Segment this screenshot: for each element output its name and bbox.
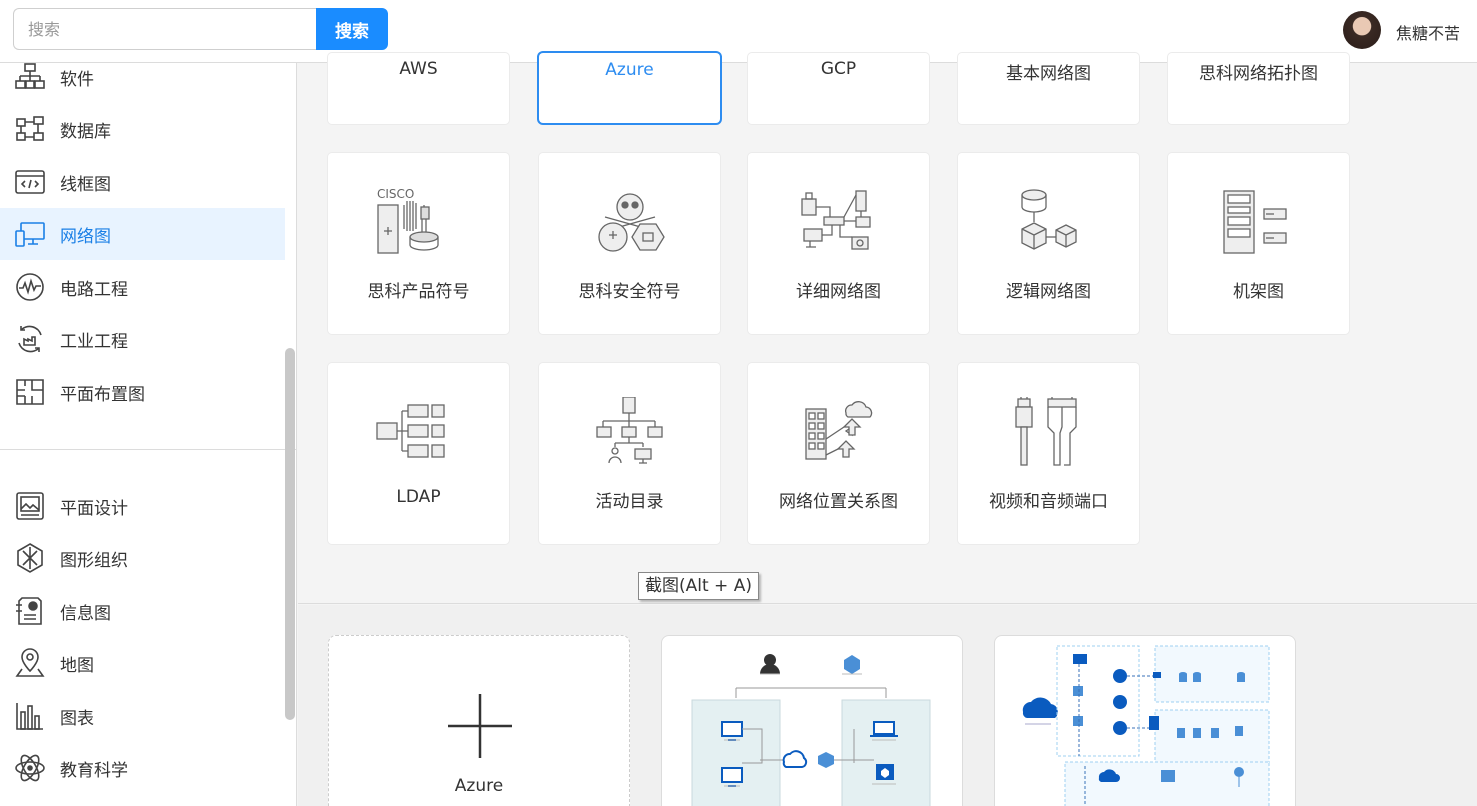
- sidebar-item-label: 线框图: [60, 174, 111, 195]
- hexagon-star-icon: [17, 543, 43, 573]
- card-label: 思科安全符号: [578, 282, 681, 302]
- sidebar-item-infographic[interactable]: 信息图: [0, 585, 285, 637]
- code-window-icon: [15, 170, 45, 194]
- azure-diagram-thumbnail: [691, 654, 931, 806]
- category-grid: AWS Azure GCP 基本网络图 思科网络拓扑图 CISCO 思科产品符号…: [298, 53, 1477, 604]
- card-label: 逻辑网络图: [1006, 282, 1091, 302]
- plus-icon: [448, 694, 512, 758]
- sidebar-item-label: 平面布置图: [60, 384, 145, 405]
- sidebar-item-label: 电路工程: [60, 279, 128, 300]
- sidebar-item-charts[interactable]: 图表: [0, 690, 285, 742]
- atom-icon: [15, 754, 45, 782]
- screenshot-tooltip: 截图(Alt + A): [638, 572, 759, 600]
- database-flow-icon: [16, 116, 44, 141]
- sidebar-item-circuit[interactable]: 电路工程: [0, 261, 285, 313]
- card-label: 网络位置关系图: [779, 492, 898, 512]
- category-card-cisco-topology[interactable]: 思科网络拓扑图: [1168, 53, 1349, 124]
- skull-security-icon: [597, 193, 665, 252]
- category-card-cisco-products[interactable]: CISCO 思科产品符号: [328, 153, 509, 334]
- sidebar-item-label: 工业工程: [60, 331, 128, 352]
- sidebar-item-wireframe[interactable]: 线框图: [0, 156, 285, 208]
- sidebar-divider: [0, 449, 297, 450]
- waveform-icon: [16, 273, 44, 301]
- sidebar-item-label: 软件: [60, 69, 94, 90]
- new-template-label: Azure: [454, 776, 504, 796]
- category-card-av-ports[interactable]: 视频和音频端口: [958, 363, 1139, 544]
- sidebar-item-label: 平面设计: [60, 498, 128, 519]
- card-label: 机架图: [1233, 282, 1284, 302]
- av-connector-icon: [1014, 397, 1077, 466]
- new-template-card[interactable]: Azure: [328, 635, 630, 806]
- sidebar-item-label: 教育科学: [60, 760, 128, 781]
- active-directory-icon: [595, 397, 663, 464]
- sidebar-item-label: 信息图: [60, 603, 111, 624]
- search-button[interactable]: 搜索: [316, 8, 388, 50]
- sidebar-item-map[interactable]: 地图: [0, 637, 285, 689]
- logical-network-icon: [1020, 189, 1077, 250]
- sidebar-item-floorplan[interactable]: 平面布置图: [0, 366, 285, 418]
- sidebar-item-label: 数据库: [60, 121, 111, 142]
- sidebar-item-label: 地图: [60, 655, 94, 676]
- floorplan-icon: [16, 379, 44, 405]
- card-label: 活动目录: [595, 492, 664, 512]
- server-rack-icon: [1222, 190, 1287, 254]
- sidebar-scrollbar[interactable]: [285, 348, 295, 720]
- username[interactable]: 焦糖不苦: [1396, 20, 1460, 44]
- category-card-detailed-network[interactable]: 详细网络图: [748, 153, 929, 334]
- azure-architecture-thumbnail: [1022, 645, 1270, 806]
- network-location-icon: [804, 401, 872, 460]
- sidebar-item-graphic-org[interactable]: 图形组织: [0, 532, 285, 584]
- avatar[interactable]: [1343, 11, 1381, 49]
- category-card-cisco-security[interactable]: 思科安全符号: [539, 153, 720, 334]
- detailed-network-icon: [800, 190, 871, 250]
- category-card-network-location[interactable]: 网络位置关系图: [748, 363, 929, 544]
- category-card-active-directory[interactable]: 活动目录: [539, 363, 720, 544]
- image-frame-icon: [16, 492, 44, 520]
- industry-cycle-icon: [18, 325, 42, 353]
- sidebar-item-label: 图形组织: [60, 550, 128, 571]
- sidebar-item-software[interactable]: 软件: [0, 51, 285, 103]
- org-tree-icon: [15, 63, 45, 89]
- card-label: 思科产品符号: [367, 282, 470, 302]
- cisco-products-icon: CISCO: [377, 187, 439, 254]
- category-card-azure[interactable]: Azure: [539, 53, 720, 123]
- category-card-gcp[interactable]: GCP: [748, 53, 929, 124]
- sidebar-item-network[interactable]: 网络图: [0, 208, 285, 260]
- sidebar-item-label: 网络图: [60, 226, 111, 247]
- template-list: Azure: [298, 605, 1477, 806]
- sidebar: 软件 数据库 线框图 网络图 电路工程 工业工程 平面布置图 平面设计 图形组织…: [0, 63, 297, 806]
- category-card-basic-network[interactable]: 基本网络图: [958, 53, 1139, 124]
- category-card-ldap[interactable]: LDAP: [328, 363, 509, 544]
- card-label: AWS: [399, 59, 438, 79]
- category-card-logical-network[interactable]: 逻辑网络图: [958, 153, 1139, 334]
- infographic-icon: [16, 597, 42, 625]
- sidebar-item-database[interactable]: 数据库: [0, 103, 285, 155]
- card-label: LDAP: [396, 487, 441, 507]
- sidebar-item-education[interactable]: 教育科学: [0, 742, 285, 794]
- card-label: GCP: [820, 59, 857, 79]
- sidebar-item-label: 图表: [60, 708, 94, 729]
- svg-text:CISCO: CISCO: [377, 187, 414, 201]
- card-label: 视频和音频端口: [989, 492, 1108, 512]
- card-label: 详细网络图: [796, 282, 881, 302]
- card-label: 思科网络拓扑图: [1199, 64, 1318, 84]
- sidebar-item-graphic-design[interactable]: 平面设计: [0, 480, 285, 532]
- map-pin-icon: [15, 648, 45, 677]
- monitor-network-icon: [15, 222, 45, 247]
- card-label: 基本网络图: [1006, 64, 1091, 84]
- category-card-rack[interactable]: 机架图: [1168, 153, 1349, 334]
- card-label: Azure: [605, 60, 654, 80]
- category-card-aws[interactable]: AWS: [328, 53, 509, 124]
- template-thumbnail-1[interactable]: [661, 635, 963, 806]
- search-input[interactable]: [13, 8, 318, 50]
- template-thumbnail-2[interactable]: [994, 635, 1296, 806]
- bar-chart-icon: [16, 703, 43, 730]
- sidebar-item-industrial[interactable]: 工业工程: [0, 313, 285, 365]
- ldap-tree-icon: [375, 404, 445, 458]
